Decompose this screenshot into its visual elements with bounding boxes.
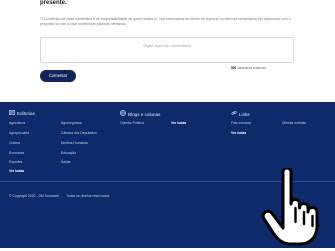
footer-link-agronegocios[interactable]: Agronegócios xyxy=(61,121,82,125)
char-count-value: 500 xyxy=(231,66,237,70)
footer-link-editorias-ver-todas[interactable]: Ver todas xyxy=(9,169,24,173)
globe-icon xyxy=(120,110,126,119)
footer-editorias: Editorias xyxy=(9,110,109,118)
footer-blogs-title: Blogs e colunas xyxy=(128,112,161,117)
footer-links-heading: Links xyxy=(231,110,331,118)
footer-links: Links xyxy=(231,110,331,118)
footer-link-economia[interactable]: Economia xyxy=(9,151,24,155)
comment-section: presente. * O conteúdo de cada comentári… xyxy=(0,0,335,92)
footer-link-links-ver-todas[interactable]: Ver todas xyxy=(231,131,246,135)
footer-editorias-heading: Editorias xyxy=(9,110,109,118)
footer-copyright: © Copyright 2020 - DM Sudoeste - Todos os … xyxy=(9,194,109,198)
rights-text: Todos os direitos reservados xyxy=(66,194,110,198)
news-icon xyxy=(9,110,16,118)
footer-blogs: Blogs e colunas xyxy=(120,110,220,118)
footer-link-direitos-humanos[interactable]: Direitos Humanos xyxy=(61,141,88,145)
footer-link-fale-conosco[interactable]: Fale conosco xyxy=(231,121,251,125)
copyright-text: © Copyright 2020 - DM Sudoeste xyxy=(9,194,59,198)
copyright-separator: - xyxy=(62,194,64,198)
footer-link-opiniao-publica[interactable]: Opinião Pública xyxy=(120,121,144,125)
char-count-label: caracteres restantes xyxy=(237,66,267,70)
comment-textarea[interactable]: Digite aqui seu comentário xyxy=(40,37,294,63)
char-counter: 500 caracteres restantes xyxy=(231,66,266,70)
comment-disclaimer: * O conteúdo de cada comentário é de res… xyxy=(40,17,291,26)
footer-editorias-title: Editorias xyxy=(17,111,35,116)
link-icon xyxy=(231,110,237,119)
footer-link-agropecuaria[interactable]: Agropecuária xyxy=(9,131,29,135)
footer-link-agricultura[interactable]: Agricultura xyxy=(9,121,25,125)
footer-blogs-heading: Blogs e colunas xyxy=(120,110,220,118)
article-text-fragment: presente. xyxy=(40,0,67,6)
footer-links-title: Links xyxy=(239,112,250,117)
comment-placeholder: Digite aqui seu comentário xyxy=(143,43,191,48)
footer-link-camara[interactable]: Câmara dos Deputados xyxy=(61,131,97,135)
footer-link-saude[interactable]: Saúde xyxy=(61,160,71,164)
footer-link-ultimas-noticias[interactable]: Últimas notícias xyxy=(282,121,306,125)
footer-link-educacao[interactable]: Educação xyxy=(61,151,76,155)
footer-link-esportes[interactable]: Esportes xyxy=(9,160,22,164)
footer-link-cultura[interactable]: Cultura xyxy=(9,141,20,145)
comment-submit-button[interactable]: Comentar xyxy=(40,70,76,82)
footer-link-blogs-ver-todas[interactable]: Ver todas xyxy=(171,121,186,125)
hand-pointer-icon xyxy=(257,166,323,246)
